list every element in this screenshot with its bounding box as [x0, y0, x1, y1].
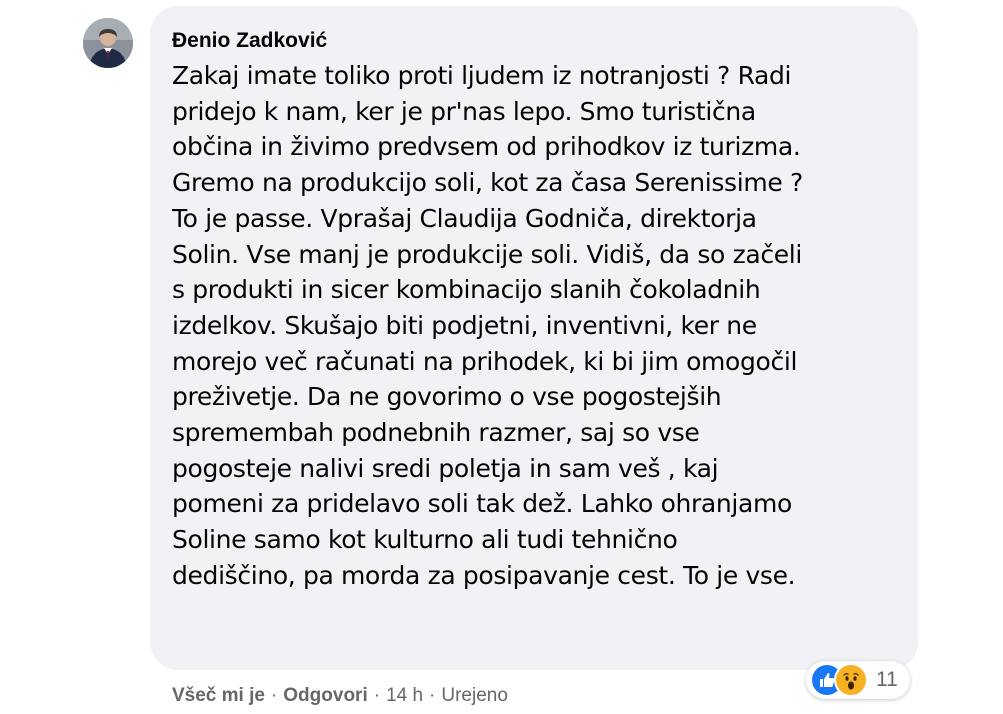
avatar[interactable]	[83, 18, 133, 68]
comment-line: izdelkov. Skušajo biti podjetni, inventi…	[172, 310, 757, 340]
comment-line: Solin. Vse manj je produkcije soli. Vidi…	[172, 239, 802, 269]
comment-line: pomeni za pridelavo soli tak dež. Lahko …	[172, 489, 792, 519]
separator: ·	[429, 685, 436, 706]
like-button[interactable]: Všeč mi je	[172, 685, 265, 707]
comment-line: To je passe. Vprašaj Claudija Godniča, d…	[172, 203, 757, 233]
comment-bubble: Đenio Zadković Zakaj imate toliko proti …	[150, 6, 918, 670]
comment-line: Gremo na produkcijo soli, kot za časa Se…	[172, 168, 803, 198]
comment-actions: Všeč mi je · Odgovori · 14 h · Urejeno	[172, 683, 508, 709]
reply-button[interactable]: Odgovori	[283, 685, 367, 707]
comment-line: pogosteje nalivi sredi poletja in sam ve…	[172, 453, 719, 483]
comment-line: Soline samo kot kulturno ali tudi tehnič…	[172, 525, 678, 555]
comment-line: preživetje. Da ne govorimo o vse pogoste…	[172, 382, 722, 412]
wow-icon	[834, 663, 868, 697]
comment: Đenio Zadković Zakaj imate toliko proti …	[0, 0, 1003, 714]
comment-line: morejo več računati na prihodek, ki bi j…	[172, 346, 798, 376]
separator: ·	[373, 685, 381, 706]
separator: ·	[270, 685, 278, 706]
edited-label[interactable]: Urejeno	[441, 685, 508, 707]
comment-text: Zakaj imate toliko proti ljudem iz notra…	[172, 58, 918, 594]
reaction-count: 11	[876, 668, 898, 691]
comment-line: sprememb​ah podnebnih razmer, saj so vse	[172, 418, 700, 448]
comment-line: občina in živimo predvsem od prihodkov i…	[172, 132, 801, 162]
comment-line: s produkti in sicer kombinacijo slanih č…	[172, 275, 761, 305]
timestamp-link[interactable]: 14 h	[386, 685, 423, 707]
comment-line: pridejo k nam, ker je pr'nas lepo. Smo t…	[172, 96, 756, 126]
comment-author[interactable]: Đenio Zadković	[172, 28, 918, 54]
profile-photo	[83, 18, 133, 68]
comment-line: Zakaj imate toliko proti ljudem iz notra…	[172, 61, 792, 90]
reactions-summary[interactable]: 11	[806, 661, 910, 699]
comment-line: dediščino, pa morda za posipavanje cest.…	[172, 560, 796, 590]
